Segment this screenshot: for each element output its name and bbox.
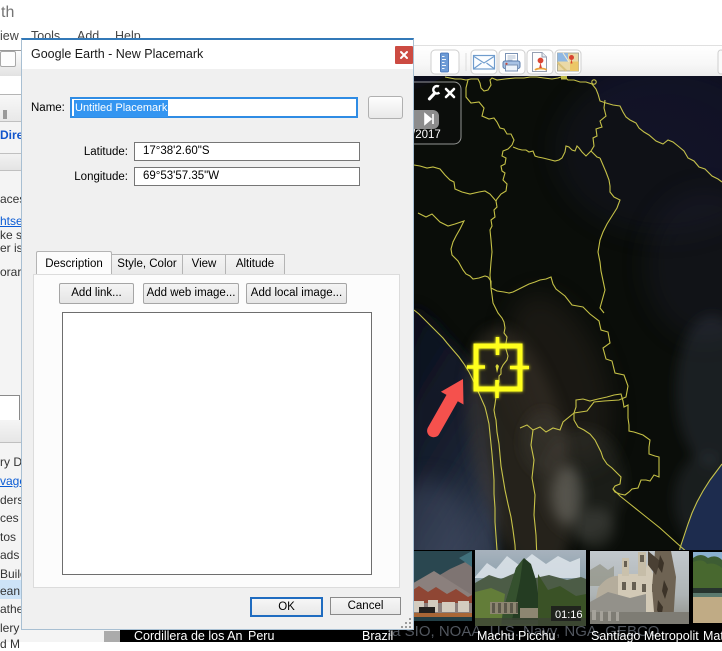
svg-text:Machu Picchu: Machu Picchu [477,629,556,642]
svg-text:01:16: 01:16 [555,609,583,621]
svg-text:/2017: /2017 [412,129,441,141]
svg-text:Cordillera de los An: Cordillera de los An [134,629,242,642]
svg-text:Mat: Mat [703,629,722,642]
svg-text:Brazil: Brazil [362,629,393,642]
svg-text:Peru: Peru [248,629,274,642]
svg-text:Santiago Metropolit: Santiago Metropolit [591,629,699,642]
